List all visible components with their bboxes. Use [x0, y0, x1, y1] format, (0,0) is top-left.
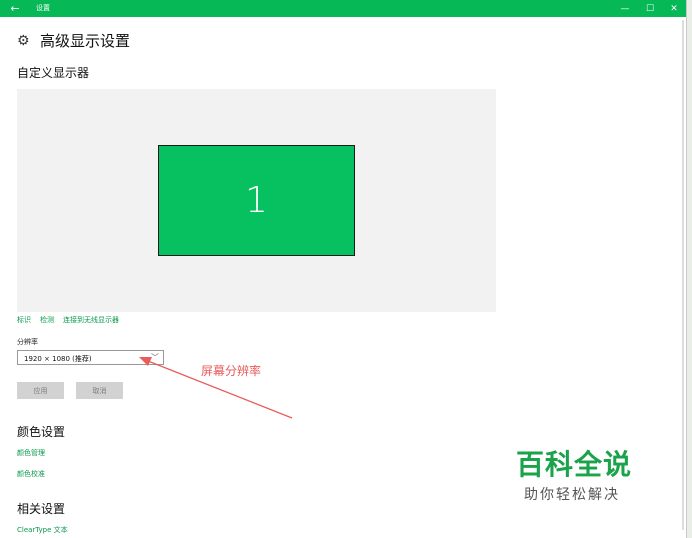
maximize-icon: ☐ — [645, 3, 655, 14]
close-button[interactable]: ✕ — [661, 0, 686, 17]
resolution-label: 分辨率 — [17, 338, 38, 346]
cancel-button-label: 取消 — [92, 386, 107, 395]
related-settings-heading: 相关设置 — [17, 502, 66, 516]
resolution-dropdown[interactable]: 1920 × 1080 (推荐) ﹀ — [17, 350, 164, 365]
maximize-button[interactable]: ☐ — [637, 0, 663, 17]
page-header: ⚙ 高级显示设置 — [17, 30, 130, 51]
gear-icon: ⚙ — [17, 32, 30, 49]
back-arrow-icon: ← — [10, 2, 20, 15]
settings-window: ← 设置 — ☐ ✕ ⚙ 高级显示设置 自定义显示器 1 标识 检测 连接到无线… — [0, 0, 687, 538]
customize-display-heading: 自定义显示器 — [17, 66, 90, 80]
display-links: 标识 检测 连接到无线显示器 — [17, 315, 119, 325]
close-icon: ✕ — [670, 3, 678, 14]
identify-link[interactable]: 标识 — [17, 315, 31, 325]
detect-link[interactable]: 检测 — [40, 315, 54, 325]
display-arrangement-area: 1 — [17, 89, 496, 312]
color-settings-heading: 颜色设置 — [17, 425, 66, 439]
monitor-number: 1 — [245, 180, 268, 221]
minimize-button[interactable]: — — [612, 0, 638, 17]
title-bar: ← 设置 — ☐ ✕ — [0, 0, 686, 17]
watermark-title: 百科全说 — [516, 448, 633, 481]
monitor-1-tile[interactable]: 1 — [158, 145, 355, 256]
resolution-annotation: 屏幕分辨率 — [201, 364, 262, 378]
scrollbar[interactable] — [682, 20, 684, 530]
color-management-link[interactable]: 颜色管理 — [17, 448, 45, 458]
cancel-button[interactable]: 取消 — [76, 382, 123, 399]
back-button[interactable]: ← — [0, 0, 30, 17]
apply-button[interactable]: 应用 — [17, 382, 64, 399]
apply-button-label: 应用 — [33, 386, 48, 395]
watermark-subtitle: 助你轻松解决 — [524, 487, 620, 503]
color-calibration-link[interactable]: 颜色校准 — [17, 469, 45, 479]
page-title: 高级显示设置 — [40, 32, 131, 50]
resolution-value: 1920 × 1080 (推荐) — [24, 355, 92, 363]
cleartype-text-link[interactable]: ClearType 文本 — [17, 525, 68, 535]
window-title: 设置 — [36, 4, 50, 12]
minimize-icon: — — [620, 3, 630, 14]
chevron-down-icon: ﹀ — [151, 353, 159, 362]
connect-wireless-display-link[interactable]: 连接到无线显示器 — [63, 315, 119, 325]
